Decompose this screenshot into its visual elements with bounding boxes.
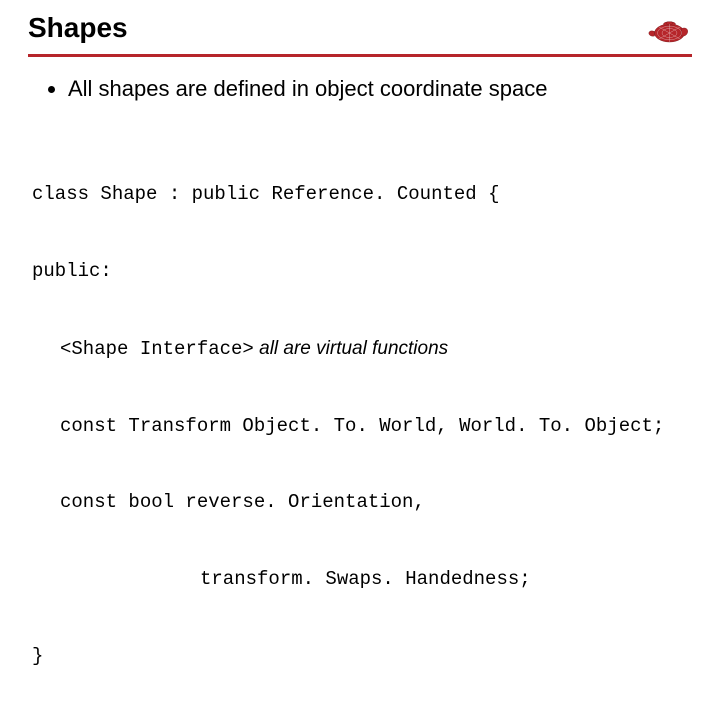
code-block: class Shape : public Reference. Counted … bbox=[32, 131, 692, 721]
code-line: } bbox=[32, 644, 692, 670]
slide-title: Shapes bbox=[28, 12, 128, 50]
title-underline bbox=[28, 54, 692, 57]
code-line: const bool reverse. Orientation, bbox=[32, 490, 692, 516]
teapot-icon bbox=[644, 12, 692, 48]
code-line: public: bbox=[32, 259, 692, 285]
code-line: transform. Swaps. Handedness; bbox=[32, 567, 692, 593]
code-comment: all are virtual functions bbox=[254, 338, 448, 359]
code-line: <Shape Interface> all are virtual functi… bbox=[32, 336, 692, 363]
code-line: class Shape : public Reference. Counted … bbox=[32, 182, 692, 208]
slide: Shapes All shapes are defined in object … bbox=[0, 0, 720, 540]
code-fragment: <Shape Interface> bbox=[60, 338, 254, 360]
code-line: const Transform Object. To. World, World… bbox=[32, 414, 692, 440]
slide-header: Shapes bbox=[28, 12, 692, 50]
bullet-item: All shapes are defined in object coordin… bbox=[68, 75, 692, 103]
bullet-list: All shapes are defined in object coordin… bbox=[28, 75, 692, 103]
